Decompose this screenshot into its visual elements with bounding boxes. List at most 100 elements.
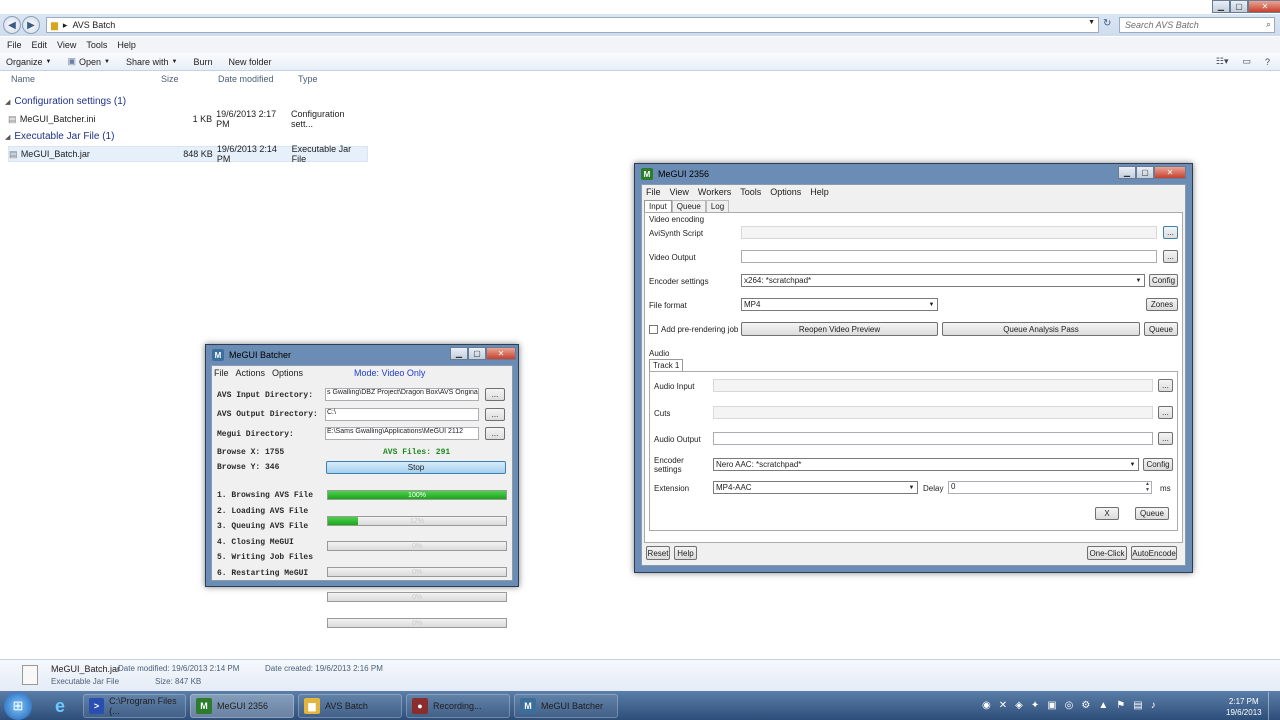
collapse-icon[interactable]: ◢ xyxy=(5,98,10,106)
burn-button[interactable]: Burn xyxy=(185,57,220,67)
menu-actions[interactable]: Actions xyxy=(236,368,266,378)
search-input[interactable]: Search AVS Batch ⌕ xyxy=(1119,17,1275,33)
chevron-down-icon[interactable]: ▼ xyxy=(1088,19,1095,26)
avs-input-browse-button[interactable]: ... xyxy=(485,388,505,401)
group-header[interactable]: ◢ Executable Jar File (1) xyxy=(5,131,114,142)
ie-icon[interactable]: e xyxy=(46,694,74,718)
encoder-settings-select[interactable]: x264: *scratchpad* ▼ xyxy=(741,274,1145,287)
taskbar-item-megui[interactable]: M MeGUI 2356 xyxy=(190,694,294,718)
share-with-button[interactable]: Share with ▼ xyxy=(118,57,185,67)
tab-queue[interactable]: Queue xyxy=(671,200,706,212)
add-prerender-checkbox[interactable]: Add pre-rendering job xyxy=(649,325,738,334)
avs-input-field[interactable]: s Gwalling\DBZ Project\Dragon Box\AVS Or… xyxy=(325,388,479,401)
start-button[interactable]: ⊞ xyxy=(4,692,32,720)
tray-icon[interactable]: ▣ xyxy=(1047,700,1056,711)
taskbar-item-batcher[interactable]: M MeGUI Batcher xyxy=(514,694,618,718)
audio-encoder-select[interactable]: Nero AAC: *scratchpad* ▼ xyxy=(713,458,1139,471)
tab-track-1[interactable]: Track 1 xyxy=(649,359,684,371)
group-header[interactable]: ◢ Configuration settings (1) xyxy=(5,96,126,107)
queue-analysis-button[interactable]: Queue Analysis Pass xyxy=(942,322,1140,336)
menu-file[interactable]: File xyxy=(646,187,661,197)
audio-output-browse-button[interactable]: ... xyxy=(1158,432,1173,445)
encoder-config-button[interactable]: Config xyxy=(1149,274,1178,287)
menu-tools[interactable]: Tools xyxy=(740,187,761,197)
clock[interactable]: 2:17 PM 19/6/2013 xyxy=(1226,696,1262,718)
audio-output-field[interactable] xyxy=(713,432,1153,445)
close-button[interactable]: ✕ xyxy=(486,347,516,360)
file-row[interactable]: ▤ MeGUI_Batcher.ini 1 KB 19/6/2013 2:17 … xyxy=(8,109,368,129)
address-bar[interactable]: ▆ ▸ AVS Batch ▼ xyxy=(46,17,1099,33)
cuts-field[interactable] xyxy=(713,406,1153,419)
tray-icon[interactable]: ◎ xyxy=(1065,700,1074,711)
menu-options[interactable]: Options xyxy=(770,187,801,197)
file-format-select[interactable]: MP4 ▼ xyxy=(741,298,938,311)
batcher-titlebar[interactable]: M MeGUI Batcher ▁ ▢ ✕ xyxy=(206,345,518,365)
collapse-icon[interactable]: ◢ xyxy=(5,133,10,141)
reset-button[interactable]: Reset xyxy=(646,546,670,560)
maximize-button[interactable]: ▢ xyxy=(468,347,486,360)
tab-input[interactable]: Input xyxy=(644,200,672,212)
show-desktop-button[interactable] xyxy=(1268,692,1280,720)
menu-edit[interactable]: Edit xyxy=(27,40,53,50)
refresh-icon[interactable]: ↻ xyxy=(1103,18,1111,29)
megui-titlebar[interactable]: M MeGUI 2356 ▁ ▢ ✕ xyxy=(635,164,1192,184)
menu-file[interactable]: File xyxy=(214,368,229,378)
menu-file[interactable]: File xyxy=(2,40,27,50)
avisynth-input[interactable] xyxy=(741,226,1157,239)
delay-field[interactable]: 0 xyxy=(948,481,1152,494)
menu-options[interactable]: Options xyxy=(272,368,303,378)
help-button[interactable]: Help xyxy=(674,546,697,560)
video-output-input[interactable] xyxy=(741,250,1157,263)
column-name[interactable]: Name xyxy=(11,74,35,88)
avisynth-browse-button[interactable]: ... xyxy=(1163,226,1178,239)
tray-icon[interactable]: ▲ xyxy=(1098,700,1108,711)
maximize-button[interactable]: ▢ xyxy=(1136,166,1154,179)
megui-dir-field[interactable]: E:\Sams Gwalling\Applications\MeGUI 2112 xyxy=(325,427,479,440)
stop-button[interactable]: Stop xyxy=(326,461,506,474)
menu-help[interactable]: Help xyxy=(112,40,141,50)
audio-queue-button[interactable]: Queue xyxy=(1135,507,1169,520)
spinner-icon[interactable]: ▲ ▼ xyxy=(1145,481,1150,493)
tray-icon[interactable]: ⚙ xyxy=(1081,700,1090,711)
tray-icon[interactable]: ▤ xyxy=(1133,700,1142,711)
menu-view[interactable]: View xyxy=(52,40,81,50)
remove-track-button[interactable]: X xyxy=(1095,507,1119,520)
column-size[interactable]: Size xyxy=(161,74,179,88)
taskbar-item-recording[interactable]: ● Recording... xyxy=(406,694,510,718)
minimize-button[interactable]: ▁ xyxy=(1118,166,1136,179)
file-row[interactable]: ▤ MeGUI_Batch.jar 848 KB 19/6/2013 2:14 … xyxy=(8,144,368,164)
taskbar-item-cmd[interactable]: > C:\Program Files (... xyxy=(83,694,186,718)
menu-view[interactable]: View xyxy=(670,187,689,197)
volume-icon[interactable]: ♪ xyxy=(1151,700,1156,711)
column-date[interactable]: Date modified xyxy=(218,74,274,88)
extension-select[interactable]: MP4-AAC ▼ xyxy=(713,481,918,494)
open-button[interactable]: ▣ Open ▼ xyxy=(59,56,118,67)
megui-dir-browse-button[interactable]: ... xyxy=(485,427,505,440)
tray-icon[interactable]: ⚑ xyxy=(1116,700,1125,711)
help-icon[interactable]: ? xyxy=(1265,57,1270,67)
new-folder-button[interactable]: New folder xyxy=(220,57,279,67)
view-options-icon[interactable]: ☷▾ xyxy=(1216,56,1229,67)
tray-icon[interactable]: ◉ xyxy=(982,700,991,711)
audio-input-browse-button[interactable]: ... xyxy=(1158,379,1173,392)
audio-config-button[interactable]: Config xyxy=(1143,458,1173,471)
avs-output-browse-button[interactable]: ... xyxy=(485,408,505,421)
checkbox-icon[interactable] xyxy=(649,325,658,334)
minimize-button[interactable]: ▁ xyxy=(1212,0,1230,13)
tray-icon[interactable]: ✕ xyxy=(999,700,1007,711)
breadcrumb[interactable]: AVS Batch xyxy=(72,20,115,30)
menu-workers[interactable]: Workers xyxy=(698,187,731,197)
tray-icon[interactable]: ◈ xyxy=(1015,700,1023,711)
close-button[interactable]: ✕ xyxy=(1154,166,1186,179)
taskbar-item-explorer[interactable]: ▆ AVS Batch xyxy=(298,694,402,718)
menu-help[interactable]: Help xyxy=(810,187,829,197)
tray-icon[interactable]: ✦ xyxy=(1031,700,1039,711)
minimize-button[interactable]: ▁ xyxy=(450,347,468,360)
menu-tools[interactable]: Tools xyxy=(81,40,112,50)
avs-output-field[interactable]: C:\ xyxy=(325,408,479,421)
zones-button[interactable]: Zones xyxy=(1146,298,1178,311)
video-queue-button[interactable]: Queue xyxy=(1144,322,1178,336)
one-click-button[interactable]: One-Click xyxy=(1087,546,1127,560)
organize-button[interactable]: Organize ▼ xyxy=(0,57,59,67)
tab-log[interactable]: Log xyxy=(705,200,730,212)
